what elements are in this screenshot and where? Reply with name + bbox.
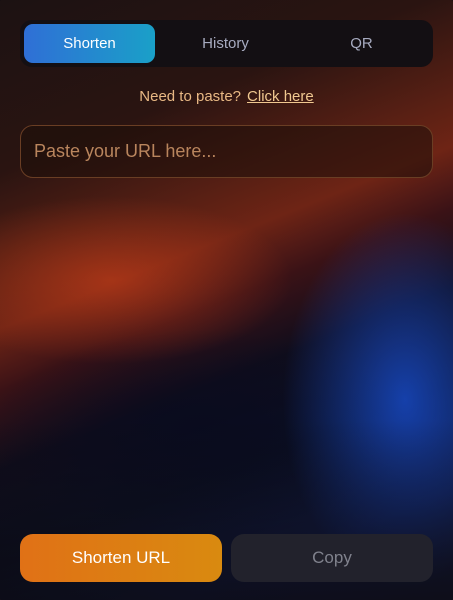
tab-bar: Shorten History QR [20,20,433,67]
copy-button[interactable]: Copy [231,534,433,582]
tab-shorten[interactable]: Shorten [24,24,155,63]
paste-hint-text: Need to paste? [139,88,242,105]
tab-qr[interactable]: QR [296,24,427,63]
tab-history[interactable]: History [160,24,291,63]
url-shortener-app: Shorten History QR Need to paste? Click h… [0,0,453,600]
paste-hint: Need to paste? Click here [0,88,453,105]
url-input[interactable] [20,125,433,178]
paste-click-here-link[interactable]: Click here [247,88,314,105]
shorten-url-button[interactable]: Shorten URL [20,534,222,582]
